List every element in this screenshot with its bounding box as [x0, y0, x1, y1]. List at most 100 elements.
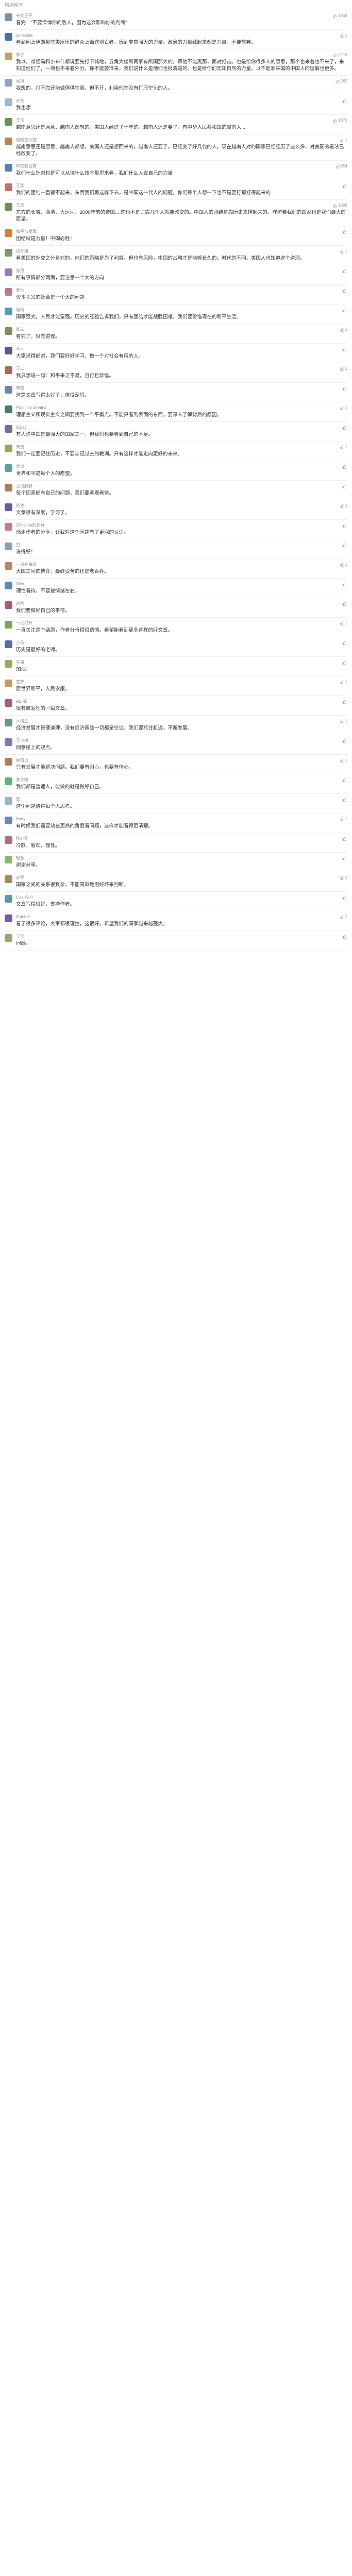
- commenter-name[interactable]: 小马: [16, 640, 24, 646]
- like-button[interactable]: [342, 543, 347, 547]
- avatar[interactable]: [5, 777, 12, 785]
- avatar[interactable]: [5, 268, 12, 276]
- commenter-name[interactable]: 天空: [16, 98, 24, 104]
- commenter-name[interactable]: 上海胖胖: [16, 483, 32, 489]
- commenter-name[interactable]: 王小树: [16, 738, 28, 743]
- like-button[interactable]: [342, 347, 347, 351]
- commenter-name[interactable]: 菩萨: [16, 679, 24, 685]
- avatar[interactable]: [5, 523, 12, 531]
- avatar[interactable]: [5, 856, 12, 863]
- avatar[interactable]: [5, 543, 12, 550]
- avatar[interactable]: [5, 366, 12, 374]
- like-button[interactable]: [342, 602, 347, 606]
- commenter-name[interactable]: 王乐: [16, 202, 24, 208]
- like-button[interactable]: 1: [340, 327, 347, 332]
- like-button[interactable]: [342, 230, 347, 234]
- avatar[interactable]: [5, 875, 12, 883]
- commenter-name[interactable]: 易风: [16, 78, 24, 84]
- commenter-name[interactable]: 赵平: [16, 875, 24, 880]
- avatar[interactable]: [5, 33, 12, 41]
- avatar[interactable]: [5, 405, 12, 413]
- avatar[interactable]: [5, 562, 12, 570]
- avatar[interactable]: [5, 13, 12, 21]
- like-button[interactable]: 1: [340, 138, 347, 142]
- avatar[interactable]: [5, 503, 12, 511]
- commenter-name[interactable]: 大树生: [16, 718, 28, 724]
- avatar[interactable]: [5, 660, 12, 668]
- avatar[interactable]: [5, 347, 12, 354]
- commenter-name[interactable]: 拉平蛋: [16, 248, 28, 254]
- avatar[interactable]: [5, 699, 12, 707]
- avatar[interactable]: [5, 203, 12, 211]
- commenter-name[interactable]: 北边: [16, 464, 24, 469]
- commenter-name[interactable]: 杨心维: [16, 836, 28, 841]
- commenter-name[interactable]: 丁宝: [16, 934, 24, 939]
- like-button[interactable]: [342, 700, 347, 704]
- avatar[interactable]: [5, 288, 12, 296]
- commenter-name[interactable]: 李大嘴: [16, 777, 28, 783]
- avatar[interactable]: [5, 601, 12, 609]
- avatar[interactable]: [5, 817, 12, 824]
- like-button[interactable]: [342, 856, 347, 860]
- like-button[interactable]: [342, 99, 347, 103]
- like-button[interactable]: [342, 660, 347, 665]
- avatar[interactable]: [5, 719, 12, 726]
- avatar[interactable]: [5, 327, 12, 335]
- commenter-name[interactable]: 一把打开: [16, 620, 32, 626]
- avatar[interactable]: [5, 582, 12, 589]
- commenter-name[interactable]: 天边: [16, 444, 24, 450]
- like-button[interactable]: 1: [340, 719, 347, 723]
- like-button[interactable]: 1: [340, 621, 347, 625]
- commenter-name[interactable]: 和平与发展: [16, 229, 37, 234]
- commenter-name[interactable]: Jon: [16, 347, 23, 351]
- like-button[interactable]: [342, 837, 347, 841]
- avatar[interactable]: [5, 386, 12, 394]
- avatar[interactable]: [5, 183, 12, 191]
- avatar[interactable]: [5, 836, 12, 844]
- commenter-name[interactable]: Practical Idealist: [16, 405, 46, 410]
- commenter-name[interactable]: 陈生: [16, 503, 24, 509]
- avatar[interactable]: [5, 445, 12, 452]
- like-button[interactable]: [342, 289, 347, 293]
- like-button[interactable]: [342, 641, 347, 645]
- commenter-name[interactable]: Gipsy: [16, 425, 26, 430]
- like-button[interactable]: 1: [340, 405, 347, 410]
- commenter-name[interactable]: 赵六: [16, 601, 24, 606]
- commenter-name[interactable]: RE 美: [16, 699, 27, 704]
- avatar[interactable]: [5, 680, 12, 687]
- like-button[interactable]: 1: [340, 817, 347, 821]
- like-button[interactable]: 1: [340, 758, 347, 762]
- avatar[interactable]: [5, 758, 12, 766]
- like-button[interactable]: [342, 269, 347, 273]
- like-button[interactable]: 1: [340, 680, 347, 684]
- like-button[interactable]: 1: [340, 249, 347, 253]
- avatar[interactable]: [5, 621, 12, 629]
- commenter-name[interactable]: 吴南山: [16, 757, 28, 763]
- like-button[interactable]: 854: [336, 164, 347, 168]
- like-button[interactable]: [342, 308, 347, 312]
- avatar[interactable]: [5, 934, 12, 942]
- like-button[interactable]: [342, 523, 347, 528]
- like-button[interactable]: [342, 935, 347, 939]
- like-button[interactable]: [342, 426, 347, 430]
- like-button[interactable]: [342, 582, 347, 586]
- like-button[interactable]: [342, 465, 347, 469]
- avatar[interactable]: [5, 249, 12, 257]
- like-button[interactable]: [342, 778, 347, 782]
- like-button[interactable]: 1: [340, 914, 347, 919]
- commenter-name[interactable]: Christina的新鲜: [16, 522, 45, 528]
- commenter-name[interactable]: Andy: [16, 817, 25, 821]
- commenter-name[interactable]: 王华: [16, 183, 24, 189]
- avatar[interactable]: [5, 53, 12, 60]
- like-button[interactable]: 1006: [333, 203, 347, 208]
- commenter-name[interactable]: 喻易: [16, 307, 24, 313]
- commenter-name[interactable]: sunkesta: [16, 33, 32, 38]
- commenter-name[interactable]: 一只好事的: [16, 562, 37, 567]
- avatar[interactable]: [5, 914, 12, 922]
- avatar[interactable]: [5, 138, 12, 145]
- like-button[interactable]: [342, 798, 347, 802]
- commenter-name[interactable]: 王二: [16, 366, 24, 371]
- commenter-name[interactable]: 轻敏: [16, 855, 24, 861]
- avatar[interactable]: [5, 640, 12, 648]
- commenter-name[interactable]: 张月: [16, 268, 24, 274]
